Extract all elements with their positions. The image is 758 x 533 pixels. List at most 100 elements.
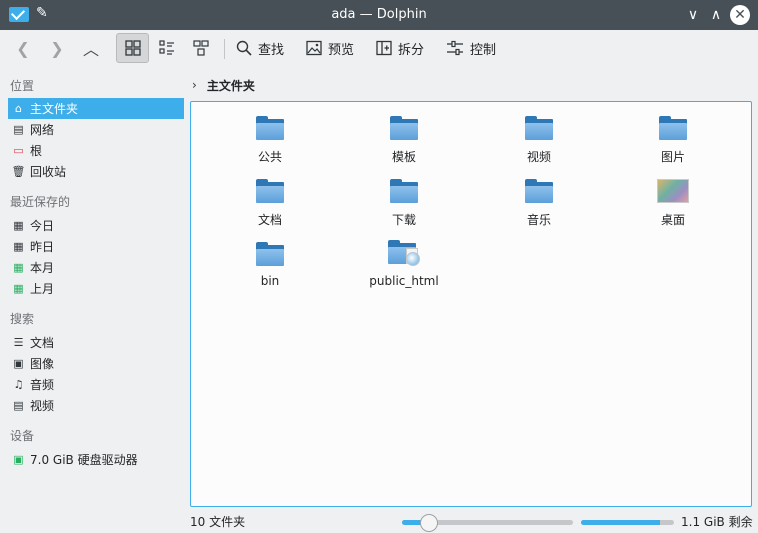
sidebar-item-label: 主文件夹: [30, 102, 79, 116]
sidebar-item-today[interactable]: ▦ 今日: [8, 215, 184, 236]
file-name: bin: [260, 274, 280, 288]
harddrive-icon: ▣: [13, 453, 24, 466]
file-item[interactable]: 文档: [203, 179, 337, 228]
sidebar-item-label: 昨日: [30, 240, 55, 254]
sidebar-item-images[interactable]: ▣ 图像: [8, 353, 184, 374]
close-button[interactable]: ✕: [730, 5, 750, 25]
file-item[interactable]: 桌面: [606, 179, 740, 228]
sidebar-item-label: 音频: [30, 378, 55, 392]
breadcrumb-chevron-icon[interactable]: ›: [192, 78, 197, 92]
minimize-button[interactable]: ∨: [683, 5, 703, 25]
audio-icon: ♫: [13, 378, 24, 391]
sidebar-item-root[interactable]: ▭ 根: [8, 140, 184, 161]
split-button[interactable]: 拆分: [376, 33, 424, 63]
file-name: 下载: [391, 213, 416, 227]
sidebar-item-harddrive[interactable]: ▣ 7.0 GiB 硬盘驱动器: [8, 449, 184, 470]
sidebar-item-video[interactable]: ▤ 视频: [8, 395, 184, 416]
forward-arrow-icon: ❯: [50, 38, 64, 58]
image-icon: ▣: [13, 357, 24, 370]
details-view-icon: [193, 40, 209, 56]
sidebar-item-label: 今日: [30, 219, 55, 233]
icons-view-button[interactable]: [116, 33, 149, 63]
network-icon: ▤: [13, 123, 24, 136]
maximize-button[interactable]: ∧: [706, 5, 726, 25]
split-view-icon: [376, 40, 392, 56]
preview-label: 预览: [328, 42, 355, 58]
file-item[interactable]: 音乐: [472, 179, 606, 228]
folder-icon: [256, 179, 284, 203]
sidebar-item-label: 图像: [30, 357, 55, 371]
calendar-icon: ▦: [13, 240, 24, 253]
file-item[interactable]: 下载: [337, 179, 471, 228]
free-space-bar: [581, 520, 674, 525]
sidebar-item-network[interactable]: ▤ 网络: [8, 119, 184, 140]
file-view[interactable]: 公共 模板 视频 图片 文档 下载 音乐 桌面 bin public_html: [190, 101, 752, 507]
sidebar-item-documents[interactable]: ☰ 文档: [8, 332, 184, 353]
sidebar-item-last-month[interactable]: ▦ 上月: [8, 278, 184, 299]
sidebar-item-label: 文档: [30, 336, 55, 350]
toolbar: ❮ ❯ ︿ 查找 预览 拆分 控制: [0, 30, 758, 66]
search-section-title: 搜索: [10, 312, 35, 326]
document-icon: ☰: [13, 336, 24, 349]
split-label: 拆分: [398, 42, 425, 58]
places-section-title: 位置: [10, 79, 35, 93]
free-space-text: 1.1 GiB 剩余: [681, 515, 753, 529]
folder-icon: [256, 242, 284, 266]
details-view-button[interactable]: [186, 33, 216, 63]
title-bar: ✎ ada — Dolphin ∨ ∧ ✕: [0, 0, 758, 30]
preview-button[interactable]: 预览: [306, 33, 354, 63]
back-button[interactable]: ❮: [8, 33, 38, 63]
folder-icon: [525, 179, 553, 203]
up-button[interactable]: ︿: [76, 33, 106, 63]
root-folder-icon: ▭: [13, 144, 24, 157]
preview-icon: [306, 40, 322, 56]
web-folder-icon: [388, 240, 420, 266]
file-item[interactable]: 公共: [203, 116, 337, 165]
zoom-slider[interactable]: [402, 514, 573, 532]
folder-icon: [256, 116, 284, 140]
calendar-icon: ▦: [13, 261, 24, 274]
file-item[interactable]: public_html: [337, 240, 471, 288]
sidebar-item-this-month[interactable]: ▦ 本月: [8, 257, 184, 278]
compact-view-button[interactable]: [152, 33, 182, 63]
file-item[interactable]: 视频: [472, 116, 606, 165]
sidebar-item-home[interactable]: ⌂ 主文件夹: [8, 98, 184, 119]
sidebar-item-label: 7.0 GiB 硬盘驱动器: [30, 453, 138, 467]
file-name: 音乐: [526, 213, 551, 227]
folder-icon: [390, 116, 418, 140]
sidebar-item-yesterday[interactable]: ▦ 昨日: [8, 236, 184, 257]
file-name: public_html: [369, 274, 439, 288]
video-icon: ▤: [13, 399, 24, 412]
back-arrow-icon: ❮: [16, 38, 30, 58]
zoom-slider-handle[interactable]: [420, 514, 439, 532]
window-title: ada — Dolphin: [331, 7, 427, 22]
file-name: 桌面: [660, 213, 685, 227]
file-name: 文档: [257, 213, 282, 227]
control-label: 控制: [470, 42, 497, 58]
folder-icon: [525, 116, 553, 140]
folder-icon: [659, 116, 687, 140]
file-item[interactable]: bin: [203, 242, 337, 288]
sidebar-item-label: 视频: [30, 399, 55, 413]
breadcrumb-item-home[interactable]: 主文件夹: [207, 77, 255, 94]
sidebar-item-label: 上月: [30, 282, 55, 296]
trash-icon: 🗑: [11, 165, 26, 178]
find-label: 查找: [258, 42, 285, 58]
forward-button[interactable]: ❯: [42, 33, 72, 63]
sidebar-item-label: 本月: [30, 261, 55, 275]
icons-view-icon: [124, 40, 141, 56]
calendar-icon: ▦: [13, 219, 24, 232]
home-icon: ⌂: [15, 102, 22, 115]
file-item[interactable]: 图片: [606, 116, 740, 165]
control-icon: [447, 40, 463, 56]
file-item[interactable]: 模板: [337, 116, 471, 165]
find-button[interactable]: 查找: [236, 33, 284, 63]
places-sidebar: 位置 ⌂ 主文件夹 ▤ 网络 ▭ 根 🗑 回收站 最近保存的 ▦ 今日 ▦ 昨日…: [0, 70, 186, 533]
sidebar-item-label: 网络: [30, 123, 55, 137]
file-name: 图片: [660, 150, 685, 164]
folder-count-text: 10 文件夹: [190, 515, 246, 529]
sidebar-item-audio[interactable]: ♫ 音频: [8, 374, 184, 395]
sidebar-item-label: 根: [30, 144, 43, 158]
control-button[interactable]: 控制: [446, 33, 496, 63]
sidebar-item-trash[interactable]: 🗑 回收站: [8, 161, 184, 182]
